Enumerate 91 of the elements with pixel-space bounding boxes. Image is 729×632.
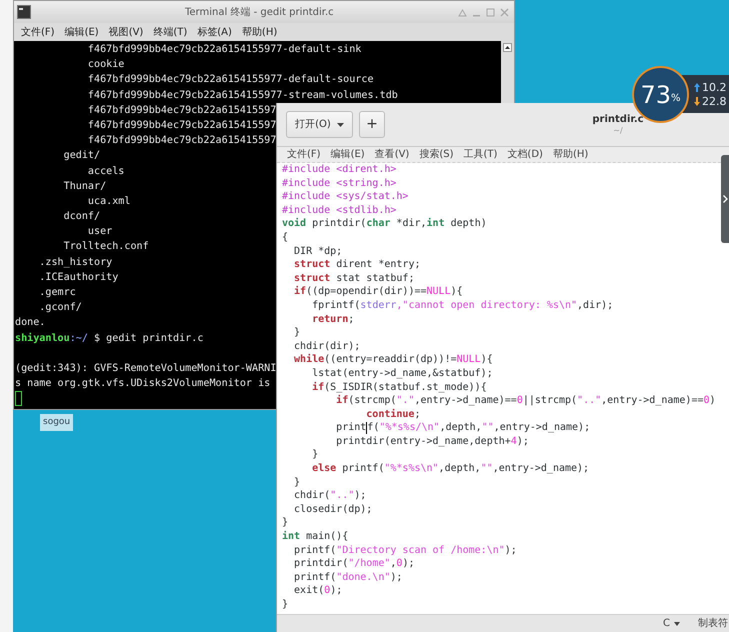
caret-icon [674,622,680,626]
new-tab-button[interactable]: + [359,111,385,138]
down-arrow-icon [694,96,700,106]
document-path: ~/ [613,126,623,136]
terminal-line: f467bfd999bb4ec79cb22a615415597 [86,104,276,118]
terminal-line: .gconf/ [38,301,82,316]
code-line: } [311,448,318,462]
tab-width-selector[interactable]: 制表符 [698,616,728,631]
code-line: #include <sys/stat.h> [282,190,408,204]
terminal-line: Thunar/ [62,180,106,194]
code-line: closedir(dp); [293,502,372,516]
menu-item[interactable]: 文档(D) [507,148,543,160]
menu-item[interactable]: 搜索(S) [419,148,454,160]
download-speed: 22.8 [702,94,726,108]
code-line: if((dp=opendir(dir))==NULL){ [293,285,463,299]
code-line: while((entry=readdir(dp))!=NULL){ [293,353,493,367]
terminal-line: uca.xml [86,194,130,209]
usage-percent: 73 [640,82,672,108]
document-title: printdir.c [592,114,644,126]
code-line: } [282,598,288,612]
code-line: if(strcmp(".",entry->d_name)==0||strcmp("..",entry->d_name)==0) [335,394,716,408]
upload-speed: 10.2 [702,80,726,94]
language-selector[interactable]: C [663,616,670,631]
code-line: printdir(entry->d_name,depth+4); [335,434,529,448]
code-line: fprintf(stderr,"cannot open directory: %s\n",dir); [311,298,614,313]
terminal-line: .zsh_history [38,256,112,270]
code-line: } [293,476,300,490]
terminal-line: f467bfd999bb4ec79cb22a6154155977-default-sink [86,43,362,57]
terminal-line: Trolltech.conf [62,240,149,254]
terminal-line: .ICEauthority [38,270,118,285]
menu-item[interactable]: 文件(F) [287,148,321,160]
code-line: if(S_ISDIR(statbuf.st_mode)){ [311,380,487,394]
code-line: continue; [365,408,420,422]
terminal-icon [17,5,31,19]
code-line: printf("Directory scan of /home:\n"); [293,544,517,558]
terminal-line: s name org.gtk.vfs.UDisks2VolumeMonitor is [15,377,270,392]
code-line: printf("done.\n"); [293,570,402,584]
code-line: exit(0); [293,584,342,598]
terminal-line: f467bfd999bb4ec79cb22a615415597 [86,118,276,133]
code-line: #include <stdlib.h> [282,204,396,218]
terminal-line: f467bfd999bb4ec79cb22a615415597 [86,134,276,148]
shade-icon[interactable] [458,8,467,16]
terminal-line: dconf/ [62,210,100,224]
terminal-line: cookie [86,58,124,72]
terminal-prompt: shiyanlou:~/ $ gedit printdir.c [15,332,204,346]
menu-item[interactable]: 视图(V) [108,24,144,40]
code-line: void printdir(char *dir,int depth) [282,217,487,231]
code-line: #include <dirent.h> [282,163,396,177]
menu-item[interactable]: 编辑(E) [64,24,99,40]
close-icon[interactable] [500,8,509,16]
code-line: #include <string.h> [282,176,396,190]
menu-item[interactable]: 终端(T) [153,24,188,40]
code-line: } [293,326,300,340]
code-line: lstat(entry->d_name,&statbuf); [311,366,493,380]
up-arrow-icon [694,82,700,92]
scroll-up-icon[interactable] [503,43,512,52]
code-line: } [282,516,288,530]
code-line: { [282,230,288,245]
terminal-cursor [15,391,22,406]
open-button[interactable]: 打开(O) [286,111,353,138]
code-line: DIR *dp; [293,244,342,258]
menu-item[interactable]: 帮助(H) [242,24,278,40]
maximize-icon[interactable] [486,8,495,16]
code-line: int main(){ [282,530,348,544]
terminal-line: f467bfd999bb4ec79cb22a6154155977-stream-volumes.tdb [86,88,398,103]
code-line: else printf("%*s%s\n",depth,"",entry->d_name); [311,462,590,476]
code-line: printdir("/home",0); [293,557,414,571]
code-line: chdir(dir); [293,340,360,354]
menu-item[interactable]: 查看(V) [374,148,410,160]
menu-item[interactable]: 编辑(E) [330,148,365,160]
menu-item[interactable]: 文件(F) [21,24,55,40]
terminal-line: (gedit:343): GVFS-RemoteVolumeMonitor-WARNI [15,362,276,376]
ime-indicator[interactable]: sogou [40,414,74,431]
code-line: struct stat statbuf; [293,272,414,286]
terminal-line: f467bfd999bb4ec79cb22a6154155977-default-source [86,73,374,88]
terminal-line: user [86,225,112,240]
code-line: chdir(".."); [293,489,366,503]
code-line: return; [311,312,354,326]
percent-sign: % [671,92,681,106]
window-title: Terminal 终端 - gedit printdir.c [185,6,334,20]
terminal-line: accels [86,164,124,178]
terminal-line: .gemrc [38,286,76,300]
chevron-right-icon [723,195,728,203]
terminal-line: gedit/ [62,149,100,164]
code-line: struct dirent *entry; [293,258,420,272]
menu-item[interactable]: 工具(T) [464,148,498,160]
caret-icon [336,122,344,126]
menu-item[interactable]: 标签(A) [197,24,232,40]
terminal-line: done. [15,316,46,330]
menu-item[interactable]: 帮助(H) [552,148,588,160]
code-line: print f("%*s%s/\n",depth,"",entry->d_name); [335,421,590,435]
